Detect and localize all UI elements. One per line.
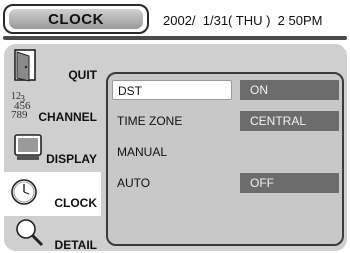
auto-value[interactable]: OFF xyxy=(240,173,339,193)
time-zone-label[interactable]: TIME ZONE xyxy=(112,111,232,131)
magnifier-icon xyxy=(14,217,46,251)
manual-label[interactable]: MANUAL xyxy=(112,142,232,162)
svg-text:789: 789 xyxy=(11,109,28,121)
sidebar-item-quit[interactable]: QUIT xyxy=(4,44,101,88)
sidebar-item-detail[interactable]: DETAIL xyxy=(4,214,101,251)
clock-icon xyxy=(10,178,40,213)
door-icon xyxy=(12,48,42,87)
time-zone-value[interactable]: CENTRAL xyxy=(240,111,339,131)
sidebar-item-label: DISPLAY xyxy=(46,152,97,166)
sidebar-item-label: CHANNEL xyxy=(38,110,97,124)
dst-label[interactable]: DST xyxy=(112,80,232,100)
sidebar-item-clock[interactable]: CLOCK xyxy=(4,172,101,216)
sidebar-menu: QUIT 12 3 456 789 CHANNEL DISPLAY CLOCK … xyxy=(4,44,101,251)
sidebar-item-channel[interactable]: 12 3 456 789 CHANNEL xyxy=(4,86,101,130)
monitor-icon xyxy=(12,132,48,169)
header-tab-face: CLOCK xyxy=(9,9,143,29)
header-divider xyxy=(3,36,347,40)
page-title: CLOCK xyxy=(48,10,104,28)
current-date-time: 2002/ 1/31( THU ) 2 50PM xyxy=(163,13,323,28)
sidebar-item-label: QUIT xyxy=(68,68,97,82)
dst-value[interactable]: ON xyxy=(240,80,339,100)
header-tab: CLOCK xyxy=(3,4,149,34)
clock-settings-screen: CLOCK 2002/ 1/31( THU ) 2 50PM QUIT 12 3… xyxy=(0,0,350,253)
sidebar-item-label: CLOCK xyxy=(54,196,97,210)
auto-label[interactable]: AUTO xyxy=(112,173,232,193)
channel-numbers-icon: 12 3 456 789 xyxy=(8,88,42,127)
sidebar-item-label: DETAIL xyxy=(54,238,97,251)
sidebar-item-display[interactable]: DISPLAY xyxy=(4,128,101,172)
